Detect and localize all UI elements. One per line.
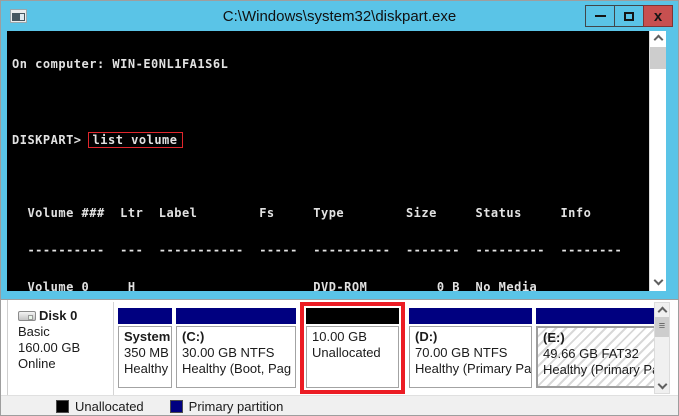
disk-drive-icon <box>18 311 36 321</box>
partition-d[interactable]: (D:) 70.00 GB NTFS Healthy (Primary Par <box>409 308 532 388</box>
scrollbar-track[interactable] <box>650 69 666 275</box>
primary-partition-bar <box>409 308 532 324</box>
partition-e[interactable]: (E:) 49.66 GB FAT32 Healthy (Primary Par <box>536 308 661 388</box>
scrollbar-track[interactable] <box>655 337 669 379</box>
disk-name: Disk 0 <box>39 308 77 324</box>
legend-item-unallocated: Unallocated <box>56 399 144 414</box>
unallocated-color-swatch <box>56 400 69 413</box>
diskpart-window: C:\Windows\system32\diskpart.exe x On co… <box>0 0 679 416</box>
partition-unallocated[interactable]: 10.00 GB Unallocated <box>306 308 399 388</box>
scroll-down-button[interactable] <box>650 275 666 291</box>
volume-table-divider: ---------- --- ----------- ----- -------… <box>12 244 649 256</box>
scroll-up-button[interactable] <box>650 31 666 47</box>
chevron-up-icon <box>657 307 667 317</box>
partition-system-reserved[interactable]: System R 350 MB N Healthy ( <box>118 308 172 388</box>
partition-c[interactable]: (C:) 30.00 GB NTFS Healthy (Boot, Pag <box>176 308 296 388</box>
prompt: DISKPART> <box>12 133 82 147</box>
chevron-down-icon <box>657 380 667 390</box>
unallocated-highlight-box: 10.00 GB Unallocated <box>300 302 405 394</box>
titlebar[interactable]: C:\Windows\system32\diskpart.exe x <box>1 1 678 31</box>
primary-partition-bar <box>118 308 172 324</box>
scroll-up-button[interactable] <box>655 303 669 317</box>
legend-item-primary: Primary partition <box>170 399 284 414</box>
disk-type: Basic <box>18 324 113 340</box>
primary-partition-bar <box>536 308 661 324</box>
disk-management-panel: Disk 0 Basic 160.00 GB Online System R 3… <box>1 299 678 416</box>
terminal-line-computer: On computer: WIN-E0NL1FA1S6L <box>12 58 649 70</box>
partitions-row: System R 350 MB N Healthy ( (C:) 30.00 G… <box>118 302 665 396</box>
window-title: C:\Windows\system32\diskpart.exe <box>1 8 678 25</box>
partition-legend: Unallocated Primary partition <box>1 395 678 416</box>
terminal-window: C:\Windows\system32\diskpart.exe x On co… <box>1 1 678 299</box>
maximize-button[interactable] <box>614 5 644 27</box>
disk-size: 160.00 GB <box>18 340 113 356</box>
volume-row-0: Volume 0 H DVD-ROM 0 B No Media <box>12 281 649 291</box>
terminal-scrollbar[interactable] <box>649 31 666 291</box>
minimize-button[interactable] <box>585 5 615 27</box>
command-list-volume: list volume <box>88 132 183 148</box>
volume-table-header: Volume ### Ltr Label Fs Type Size Status… <box>12 207 649 219</box>
minimize-icon <box>595 15 606 17</box>
primary-partition-color-swatch <box>170 400 183 413</box>
maximize-icon <box>624 12 634 21</box>
close-icon: x <box>654 9 662 24</box>
scrollbar-thumb[interactable] <box>650 47 666 69</box>
terminal-output[interactable]: On computer: WIN-E0NL1FA1S6L DISKPART>li… <box>7 31 649 291</box>
chevron-up-icon <box>653 35 663 45</box>
window-controls: x <box>586 5 673 27</box>
disk-panel-scrollbar[interactable]: ≡ <box>654 302 670 394</box>
disk-info[interactable]: Disk 0 Basic 160.00 GB Online <box>10 302 114 396</box>
scroll-down-button[interactable] <box>655 379 669 393</box>
unallocated-bar <box>306 308 399 324</box>
disk-status: Online <box>18 356 113 372</box>
scrollbar-thumb[interactable]: ≡ <box>655 317 669 337</box>
terminal-line-command: DISKPART>list volume <box>12 132 649 144</box>
primary-partition-bar <box>176 308 296 324</box>
chevron-down-icon <box>653 276 663 286</box>
close-button[interactable]: x <box>643 5 673 27</box>
